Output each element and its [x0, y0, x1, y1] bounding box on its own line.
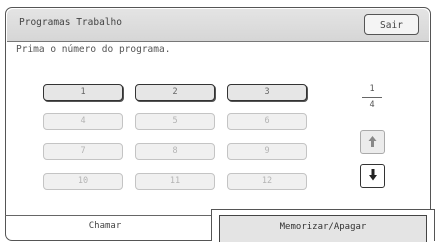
program-button-10[interactable]: 10 [43, 173, 123, 190]
instruction-text: Prima o número do programa. [16, 44, 171, 55]
tab-store-delete-label: Memorizar/Apagar [219, 215, 427, 242]
program-button-1[interactable]: 1 [43, 84, 123, 101]
program-button-8[interactable]: 8 [135, 143, 215, 160]
page-current: 1 [369, 84, 375, 94]
arrow-up-icon [368, 136, 377, 147]
program-button-6[interactable]: 6 [227, 113, 307, 130]
dialog-title: Programas Trabalho [19, 17, 122, 28]
arrow-down-icon [368, 169, 377, 181]
tab-recall[interactable]: Chamar [10, 221, 200, 231]
title-bar: Programas Trabalho Sair [7, 9, 429, 42]
program-button-9[interactable]: 9 [227, 143, 307, 160]
exit-button[interactable]: Sair [364, 14, 419, 35]
program-button-5[interactable]: 5 [135, 113, 215, 130]
page-down-button[interactable] [360, 164, 385, 188]
program-button-2[interactable]: 2 [135, 84, 215, 101]
tab-store-delete[interactable]: Memorizar/Apagar [211, 209, 435, 242]
program-button-4[interactable]: 4 [43, 113, 123, 130]
program-button-12[interactable]: 12 [227, 173, 307, 190]
page-up-button[interactable] [360, 130, 385, 154]
program-button-7[interactable]: 7 [43, 143, 123, 160]
page-divider [362, 97, 382, 98]
program-button-3[interactable]: 3 [227, 84, 307, 101]
program-button-11[interactable]: 11 [135, 173, 215, 190]
page-total: 4 [369, 100, 375, 110]
